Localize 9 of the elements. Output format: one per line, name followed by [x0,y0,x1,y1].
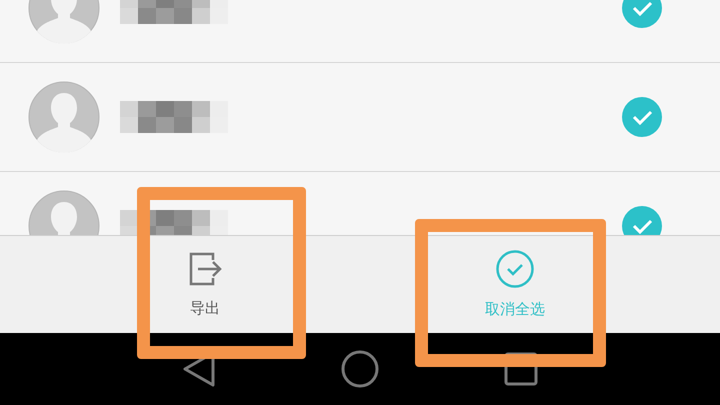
export-icon [187,251,223,287]
avatar-icon [28,81,100,153]
checkbox[interactable] [622,97,662,137]
recents-icon[interactable] [504,352,538,386]
checkbox[interactable] [622,206,662,235]
home-icon[interactable] [340,350,379,388]
export-button[interactable]: 导出 [140,242,270,328]
check-circle-icon [496,250,534,288]
checkbox[interactable] [622,0,662,28]
